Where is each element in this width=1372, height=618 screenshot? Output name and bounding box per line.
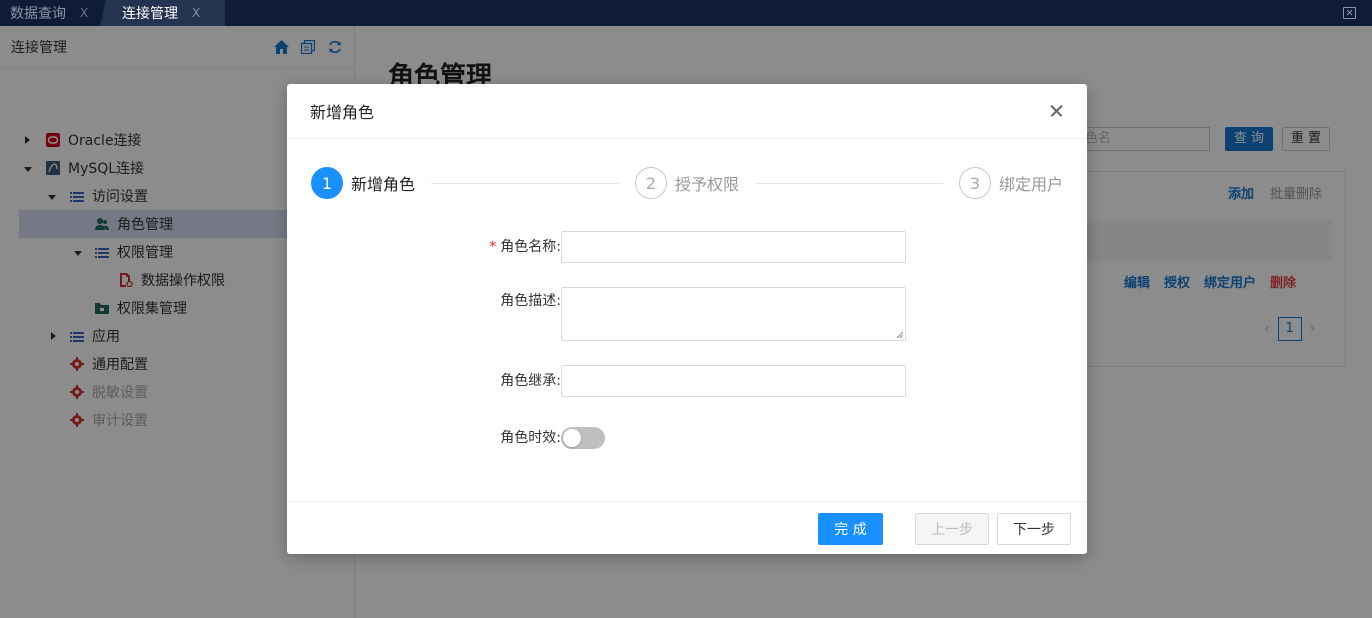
role-name-input[interactable] <box>561 231 906 263</box>
role-inherit-input[interactable] <box>561 365 906 397</box>
prev-step-button[interactable]: 上一步 <box>915 513 989 545</box>
step-1: 1 新增角色 <box>311 167 415 199</box>
modal-title: 新增角色 <box>310 103 375 122</box>
finish-button[interactable]: 完 成 <box>818 513 883 545</box>
step-label: 新增角色 <box>351 175 416 194</box>
tab-close-icon[interactable]: X <box>80 6 88 20</box>
step-label: 绑定用户 <box>999 175 1064 194</box>
role-expiry-toggle[interactable] <box>561 427 605 449</box>
tab-bar: 数据查询 X 连接管理 X <box>0 0 1372 26</box>
required-star: * <box>489 239 497 255</box>
role-expiry-label: 角色时效: <box>500 430 561 446</box>
modal-footer: 完 成 上一步 下一步 <box>287 501 1087 554</box>
tab-data-query[interactable]: 数据查询 X <box>0 0 98 26</box>
tab-close-icon[interactable]: X <box>192 6 200 20</box>
close-icon[interactable] <box>1048 103 1064 119</box>
step-connector <box>755 183 943 184</box>
next-step-button[interactable]: 下一步 <box>997 513 1071 545</box>
role-desc-textarea[interactable] <box>561 287 906 341</box>
step-number: 1 <box>311 167 343 199</box>
tab-connection-management[interactable]: 连接管理 X <box>112 0 210 26</box>
tab-label: 连接管理 <box>122 6 178 22</box>
step-connector <box>431 183 619 184</box>
form-row-role-expiry: 角色时效: <box>287 422 1087 454</box>
role-name-label: * 角色名称: <box>489 239 561 255</box>
step-2: 2 授予权限 <box>635 167 739 199</box>
step-number: 2 <box>635 167 667 199</box>
role-desc-label: 角色描述: <box>500 293 561 309</box>
form-row-role-desc: 角色描述: <box>287 287 1087 341</box>
step-label: 授予权限 <box>675 175 740 194</box>
tab-label: 数据查询 <box>10 6 66 22</box>
role-inherit-label: 角色继承: <box>500 373 561 389</box>
steps: 1 新增角色 2 授予权限 3 绑定用户 <box>311 167 1063 199</box>
step-3: 3 绑定用户 <box>959 167 1063 199</box>
resize-grip-icon[interactable] <box>896 331 903 338</box>
window-close-icon[interactable] <box>1343 7 1356 19</box>
step-number: 3 <box>959 167 991 199</box>
toggle-knob <box>563 429 581 447</box>
modal-header: 新增角色 <box>287 84 1087 139</box>
form-row-role-name: * 角色名称: <box>287 231 1087 263</box>
form-row-role-inherit: 角色继承: <box>287 365 1087 397</box>
add-role-modal: 新增角色 1 新增角色 2 授予权限 3 绑定用户 * 角色名称: 角色描述: 角… <box>287 84 1087 554</box>
